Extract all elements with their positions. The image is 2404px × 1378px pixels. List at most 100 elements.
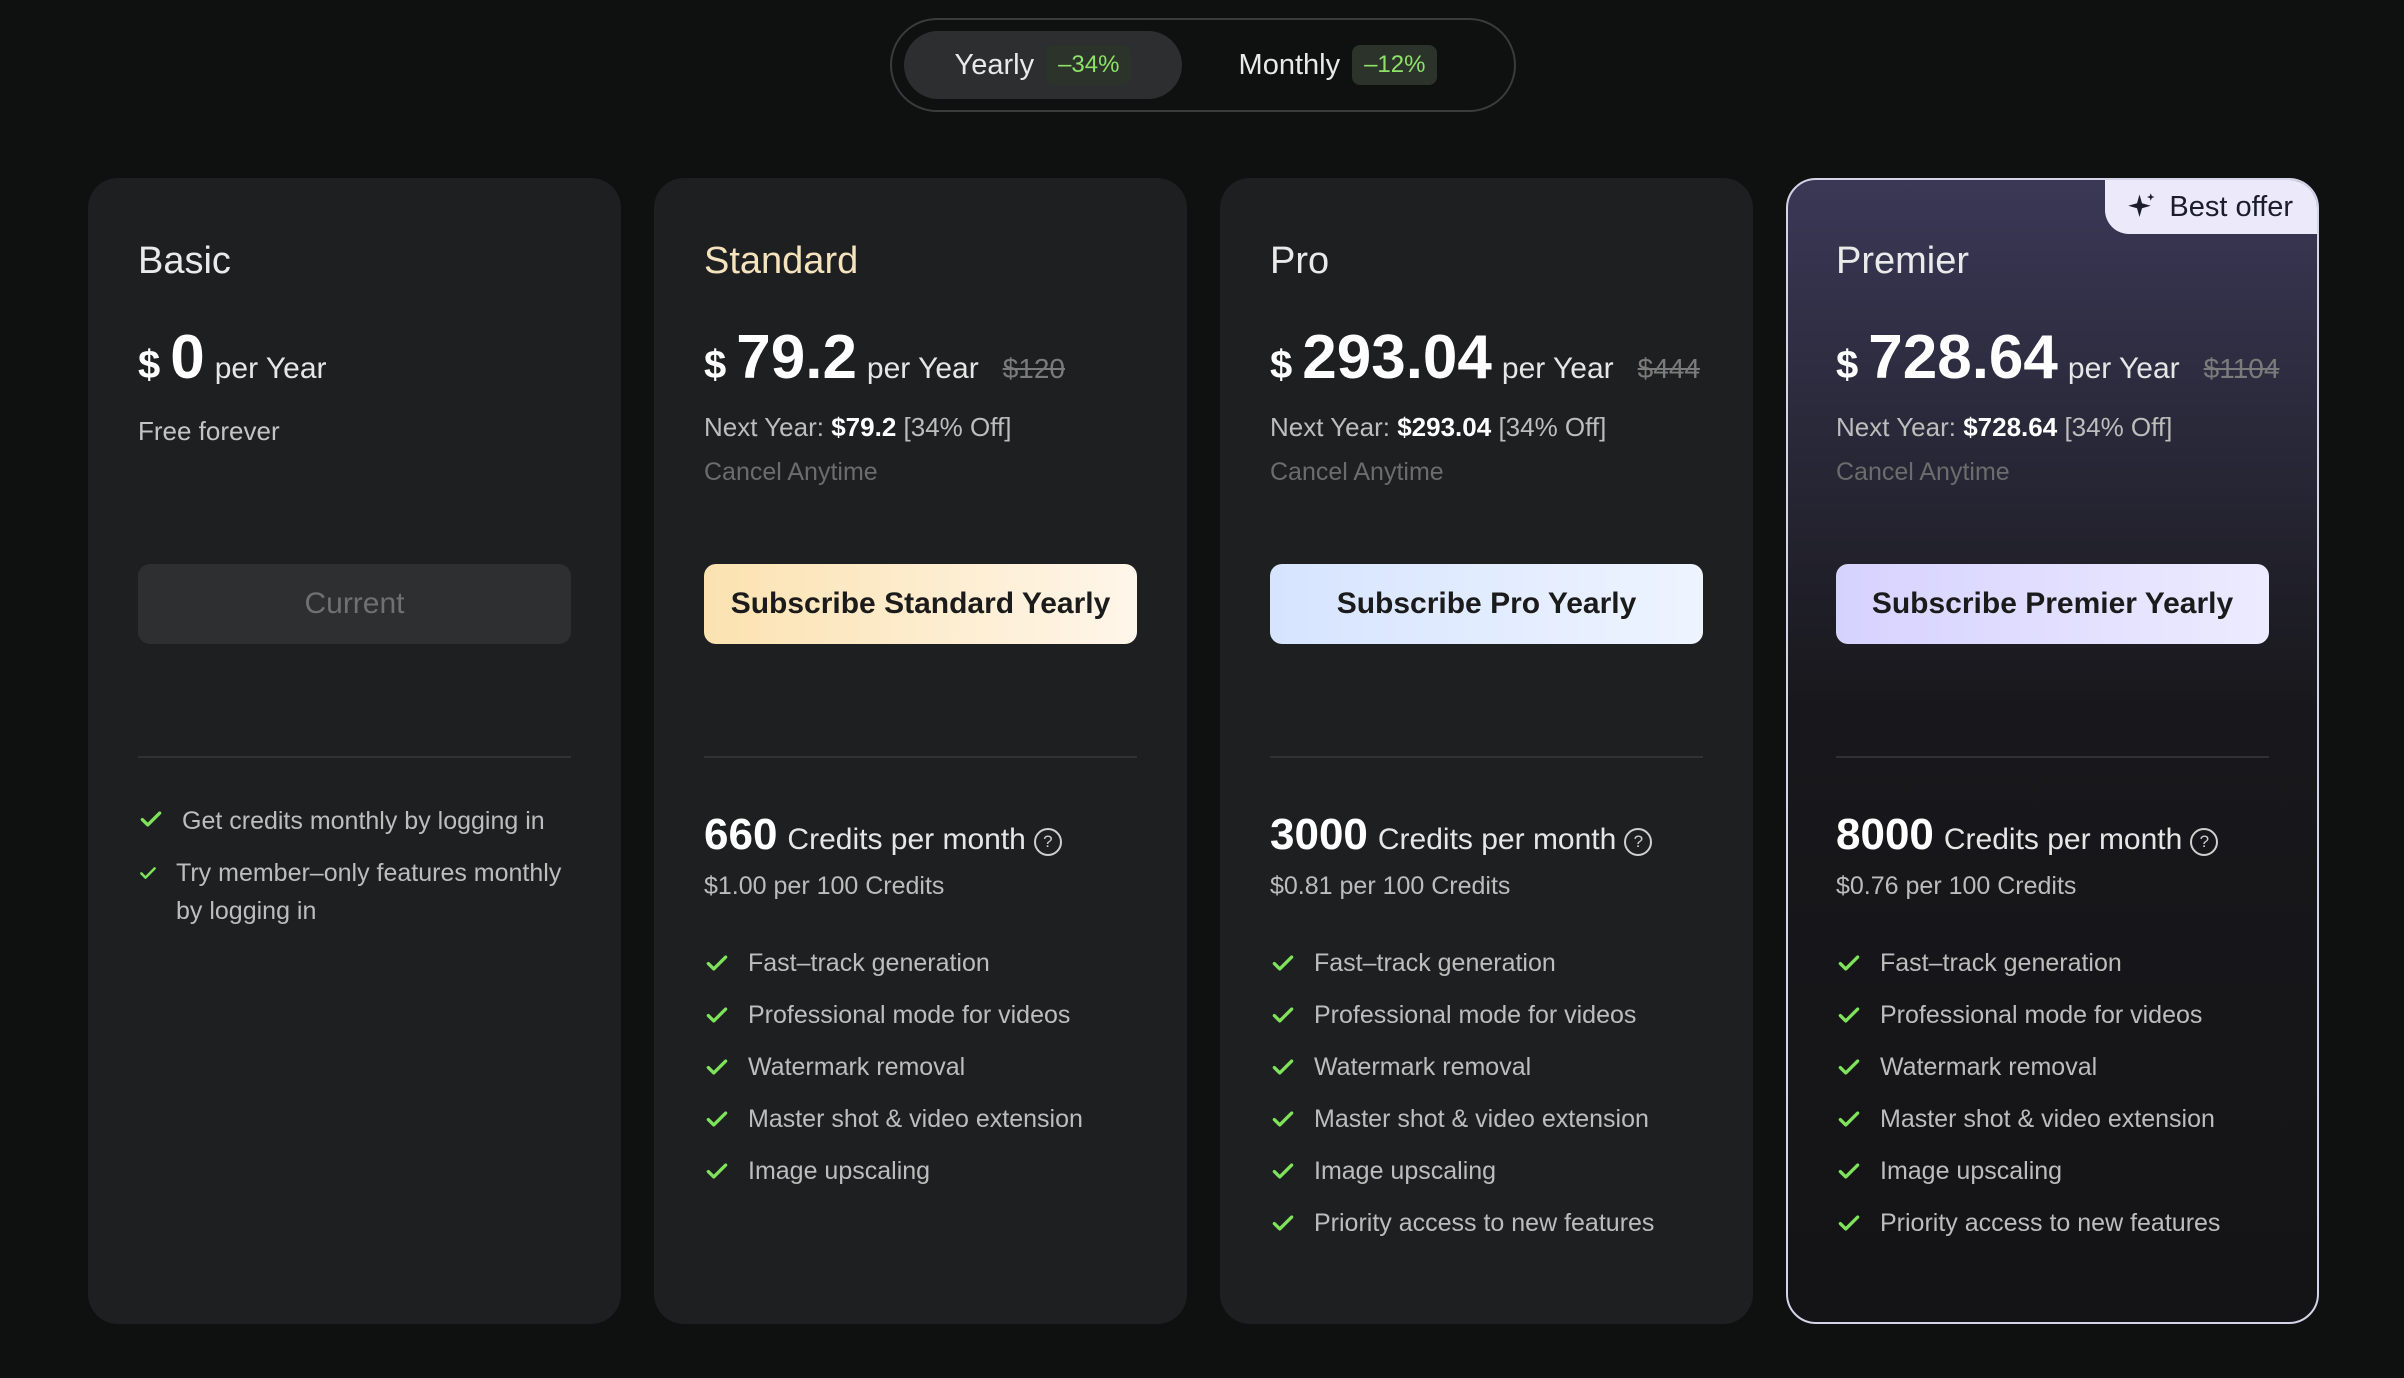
currency-symbol: $	[1270, 343, 1293, 387]
plan-subtitle: Free forever	[138, 416, 280, 446]
feature-text: Fast–track generation	[1880, 949, 2122, 977]
monthly-discount-badge: –12%	[1352, 45, 1438, 85]
feature-text: Watermark removal	[1880, 1053, 2098, 1081]
feature-item: Fast–track generation	[704, 946, 1137, 998]
feature-item: Master shot & video extension	[704, 1102, 1137, 1154]
price-amount: 728.64	[1868, 323, 2058, 392]
plan-name: Standard	[704, 240, 859, 282]
feature-list: Fast–track generation Professional mode …	[704, 946, 1137, 1206]
check-icon	[1272, 1163, 1294, 1179]
credits-label: Credits per month	[1943, 823, 2183, 856]
feature-list: Fast–track generation Professional mode …	[1270, 946, 1703, 1258]
plan-card-pro: Pro $ 293.04 per Year $444 Next Year: $2…	[1220, 178, 1753, 1324]
original-price: $120	[1002, 353, 1065, 384]
divider	[1270, 756, 1703, 758]
sparkle-icon	[2128, 193, 2155, 217]
cancel-anytime-note: Cancel Anytime	[704, 458, 878, 486]
feature-text: Master shot & video extension	[1880, 1105, 2215, 1133]
check-icon	[1838, 955, 1860, 971]
credits-amount: 3000	[1270, 810, 1368, 859]
help-icon[interactable]: ?	[1033, 828, 1062, 856]
next-year-discount: [34% Off]	[903, 412, 1012, 442]
feature-item: Master shot & video extension	[1836, 1102, 2269, 1154]
credits-row: 660 Credits per month ?	[704, 810, 1137, 860]
help-icon[interactable]: ?	[1624, 828, 1653, 856]
plan-card-basic: Basic $ 0 per Year Free forever Current …	[88, 178, 621, 1324]
check-icon	[1272, 1111, 1294, 1127]
feature-item: Professional mode for videos	[704, 998, 1137, 1050]
credits-label: Credits per month	[1377, 823, 1617, 856]
feature-text: Professional mode for videos	[748, 1001, 1071, 1029]
feature-list: Fast–track generation Professional mode …	[1836, 946, 2269, 1258]
check-icon	[706, 955, 728, 971]
credits-label: Credits per month	[787, 823, 1026, 856]
next-year-label: Next Year:	[704, 412, 824, 442]
feature-item: Professional mode for videos	[1836, 998, 2269, 1050]
price-amount: 79.2	[736, 323, 857, 392]
check-icon	[1838, 1111, 1860, 1127]
check-icon	[1838, 1059, 1860, 1075]
feature-text: Try member–only features monthly by logg…	[176, 859, 562, 925]
subscribe-premier-button[interactable]: Subscribe Premier Yearly	[1836, 564, 2269, 644]
feature-text: Priority access to new features	[1314, 1209, 1655, 1237]
feature-item: Priority access to new features	[1836, 1206, 2269, 1258]
feature-text: Master shot & video extension	[1314, 1105, 1649, 1133]
price-amount: 0	[170, 323, 205, 392]
check-icon	[706, 1111, 728, 1127]
feature-item: Master shot & video extension	[1270, 1102, 1703, 1154]
price-amount: 293.04	[1302, 323, 1492, 392]
currency-symbol: $	[138, 343, 161, 387]
credits-row: 8000 Credits per month ?	[1836, 810, 2269, 860]
yearly-option[interactable]: Yearly –34%	[904, 31, 1182, 99]
yearly-discount-badge: –34%	[1046, 45, 1132, 85]
original-price: $444	[1637, 353, 1700, 384]
credits-amount: 660	[704, 810, 778, 859]
next-year-discount: [34% Off]	[2064, 412, 2173, 442]
unit-price: $0.81 per 100 Credits	[1270, 872, 1511, 900]
current-plan-button[interactable]: Current	[138, 564, 571, 644]
check-icon	[140, 811, 162, 827]
price-row: $ 79.2 per Year $120	[704, 322, 1137, 393]
credits-row: 3000 Credits per month ?	[1270, 810, 1703, 860]
feature-item: Professional mode for videos	[1270, 998, 1703, 1050]
next-year-price: Next Year: $293.04 [34% Off]	[1270, 412, 1703, 443]
feature-item: Get credits monthly by logging in	[138, 802, 571, 840]
feature-text: Master shot & video extension	[748, 1105, 1083, 1133]
feature-text: Get credits monthly by logging in	[182, 807, 545, 835]
feature-text: Professional mode for videos	[1880, 1001, 2203, 1029]
next-year-discount: [34% Off]	[1498, 412, 1607, 442]
next-year-amount: $728.64	[1963, 412, 2058, 442]
plan-name: Premier	[1836, 240, 1970, 282]
check-icon	[1838, 1215, 1860, 1231]
check-icon	[1838, 1007, 1860, 1023]
unit-price: $1.00 per 100 Credits	[704, 872, 945, 900]
next-year-amount: $293.04	[1397, 412, 1492, 442]
check-icon	[706, 1059, 728, 1075]
plan-name: Basic	[138, 240, 231, 282]
feature-item: Image upscaling	[1270, 1154, 1703, 1206]
feature-text: Fast–track generation	[748, 949, 990, 977]
next-year-label: Next Year:	[1836, 412, 1956, 442]
feature-item: Priority access to new features	[1270, 1206, 1703, 1258]
billing-period-toggle: Yearly –34% Monthly –12%	[890, 18, 1516, 112]
subscribe-pro-button[interactable]: Subscribe Pro Yearly	[1270, 564, 1703, 644]
feature-text: Professional mode for videos	[1314, 1001, 1637, 1029]
feature-text: Image upscaling	[1880, 1157, 2063, 1185]
price-period: per Year	[214, 352, 327, 385]
feature-item: Watermark removal	[1836, 1050, 2269, 1102]
feature-item: Fast–track generation	[1270, 946, 1703, 998]
subscribe-standard-button[interactable]: Subscribe Standard Yearly	[704, 564, 1137, 644]
plan-card-standard: Standard $ 79.2 per Year $120 Next Year:…	[654, 178, 1187, 1324]
feature-text: Watermark removal	[748, 1053, 966, 1081]
check-icon	[1272, 1215, 1294, 1231]
credits-amount: 8000	[1836, 810, 1934, 859]
monthly-option[interactable]: Monthly –12%	[1188, 31, 1488, 99]
help-icon[interactable]: ?	[2190, 828, 2219, 856]
divider	[138, 756, 571, 758]
feature-item: Image upscaling	[704, 1154, 1137, 1206]
price-period: per Year	[866, 352, 979, 385]
check-icon	[140, 867, 156, 879]
feature-text: Priority access to new features	[1880, 1209, 2221, 1237]
feature-text: Image upscaling	[748, 1157, 931, 1185]
divider	[1836, 756, 2269, 758]
